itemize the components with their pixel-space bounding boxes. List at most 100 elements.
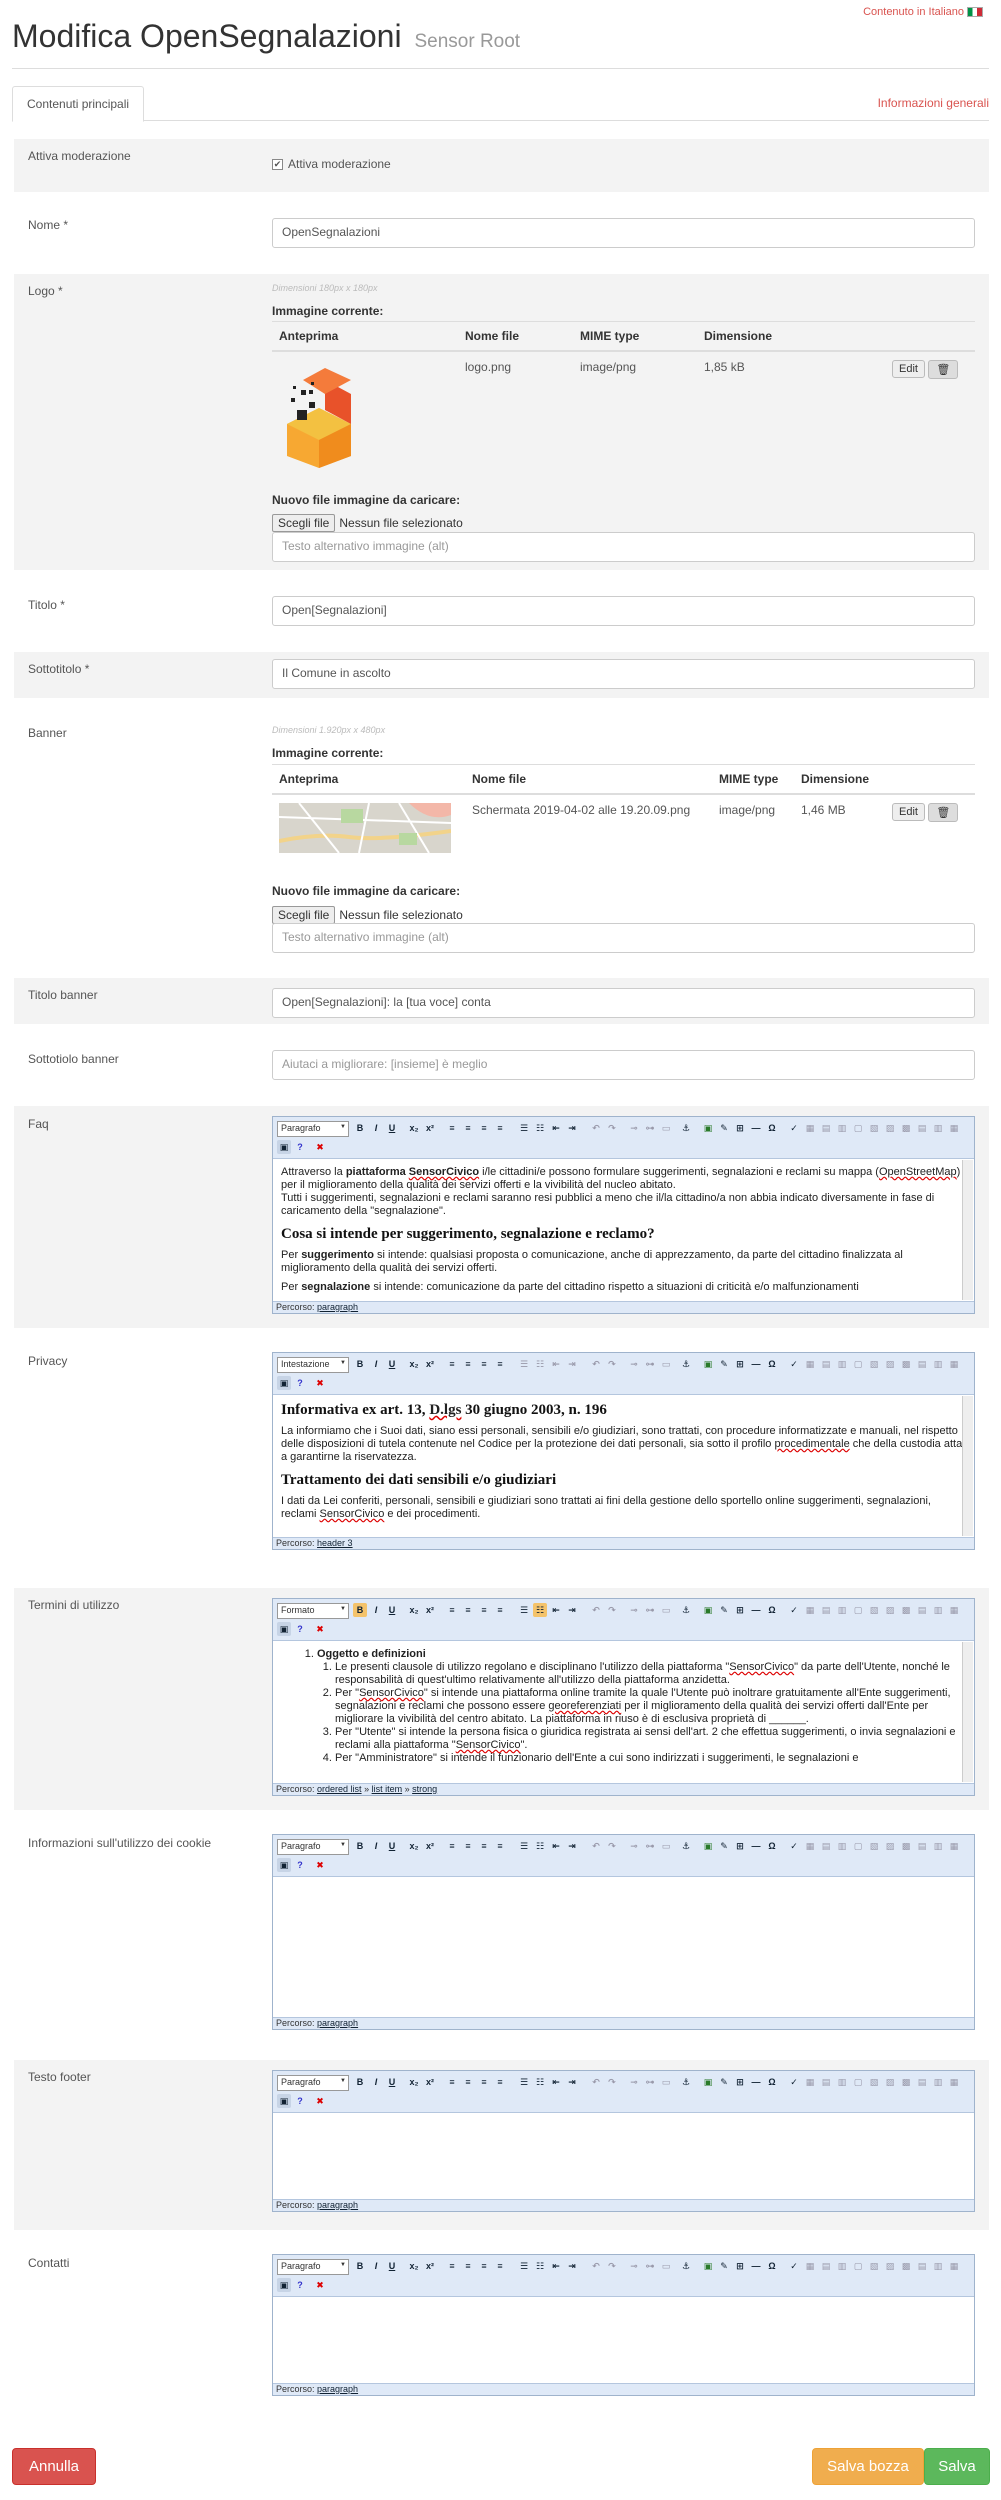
horizontal-rule-icon[interactable]: — — [749, 2075, 763, 2089]
row-icon[interactable]: ▤ — [819, 2259, 833, 2273]
split-icon[interactable]: ▨ — [883, 1603, 897, 1617]
fullscreen-icon[interactable]: ▣ — [277, 1140, 291, 1154]
fullscreen-icon[interactable]: ▣ — [277, 2278, 291, 2292]
underline-icon[interactable]: U — [385, 1121, 399, 1135]
outdent-icon[interactable]: ⇤ — [549, 1121, 563, 1135]
banner-edit-button[interactable]: Edit — [892, 803, 925, 821]
numbered-list-icon[interactable]: ☷ — [533, 1357, 547, 1371]
table-props-icon[interactable]: ▦ — [803, 1357, 817, 1371]
cancel-button[interactable]: Annulla — [12, 2448, 96, 2485]
delete-col-icon[interactable]: ▤ — [915, 1357, 929, 1371]
subscript-icon[interactable]: x₂ — [407, 1603, 421, 1617]
superscript-icon[interactable]: x² — [423, 1121, 437, 1135]
scrollbar[interactable] — [962, 1396, 973, 1536]
redo-icon[interactable]: ↷ — [605, 2075, 619, 2089]
insert-row-icon[interactable]: ▦ — [947, 1121, 961, 1135]
outdent-icon[interactable]: ⇤ — [549, 1357, 563, 1371]
logo-edit-button[interactable]: Edit — [892, 360, 925, 378]
superscript-icon[interactable]: x² — [423, 1603, 437, 1617]
terms-editor-content[interactable]: Oggetto e definizioni Le presenti clauso… — [273, 1641, 974, 1783]
path-item[interactable]: ordered list — [317, 1784, 362, 1794]
literal-icon[interactable]: ▭ — [659, 2259, 673, 2273]
literal-icon[interactable]: ▭ — [659, 2075, 673, 2089]
outdent-icon[interactable]: ⇤ — [549, 1603, 563, 1617]
save-button[interactable]: Salva — [924, 2448, 990, 2485]
align-right-icon[interactable]: ≡ — [477, 1357, 491, 1371]
justify-icon[interactable]: ≡ — [493, 1357, 507, 1371]
trash-icon[interactable]: 🗑 — [928, 360, 959, 379]
contacts-editor-content[interactable] — [273, 2297, 974, 2383]
trash-icon[interactable]: 🗑 — [928, 803, 959, 822]
anchor-icon[interactable]: ⚓ — [679, 1603, 693, 1617]
banner-title-input[interactable]: Open[Segnalazioni]: la [tua voce] conta — [272, 988, 975, 1018]
link-icon[interactable]: ⊸ — [627, 1357, 641, 1371]
table-icon[interactable]: ⊞ — [733, 2075, 747, 2089]
cell-icon[interactable]: ▢ — [851, 1121, 865, 1135]
align-right-icon[interactable]: ≡ — [477, 2259, 491, 2273]
close-icon[interactable]: ✖ — [313, 1140, 327, 1154]
redo-icon[interactable]: ↷ — [605, 1603, 619, 1617]
unlink-icon[interactable]: ⊶ — [643, 1357, 657, 1371]
merge-icon[interactable]: ▧ — [867, 1357, 881, 1371]
spellcheck-icon[interactable]: ✓ — [787, 1603, 801, 1617]
footer-text-editor-content[interactable] — [273, 2113, 974, 2199]
insert-row-icon[interactable]: ▦ — [947, 1603, 961, 1617]
justify-icon[interactable]: ≡ — [493, 1121, 507, 1135]
format-select[interactable]: Paragrafo — [277, 2075, 349, 2091]
split-icon[interactable]: ▨ — [883, 1839, 897, 1853]
banner-subtitle-input[interactable]: Aiutaci a migliorare: [insieme] è meglio — [272, 1050, 975, 1080]
align-left-icon[interactable]: ≡ — [445, 1121, 459, 1135]
horizontal-rule-icon[interactable]: — — [749, 1357, 763, 1371]
undo-icon[interactable]: ↶ — [589, 1839, 603, 1853]
merge-icon[interactable]: ▧ — [867, 1839, 881, 1853]
column-icon[interactable]: ▥ — [835, 1603, 849, 1617]
column-icon[interactable]: ▥ — [835, 2259, 849, 2273]
row-icon[interactable]: ▤ — [819, 1839, 833, 1853]
special-char-icon[interactable]: Ω — [765, 2075, 779, 2089]
numbered-list-icon[interactable]: ☷ — [533, 2259, 547, 2273]
literal-icon[interactable]: ▭ — [659, 1121, 673, 1135]
delete-row-icon[interactable]: ▩ — [899, 2259, 913, 2273]
align-center-icon[interactable]: ≡ — [461, 1603, 475, 1617]
spellcheck-icon[interactable]: ✓ — [787, 2075, 801, 2089]
title-input[interactable]: Open[Segnalazioni] — [272, 596, 975, 626]
column-icon[interactable]: ▥ — [835, 1121, 849, 1135]
align-center-icon[interactable]: ≡ — [461, 2259, 475, 2273]
column-icon[interactable]: ▥ — [835, 1839, 849, 1853]
table-icon[interactable]: ⊞ — [733, 1839, 747, 1853]
insert-col-icon[interactable]: ▥ — [931, 1839, 945, 1853]
unlink-icon[interactable]: ⊶ — [643, 1839, 657, 1853]
bold-icon[interactable]: B — [353, 2075, 367, 2089]
table-props-icon[interactable]: ▦ — [803, 1603, 817, 1617]
merge-icon[interactable]: ▧ — [867, 1121, 881, 1135]
anchor-icon[interactable]: ⚓ — [679, 1121, 693, 1135]
underline-icon[interactable]: U — [385, 2075, 399, 2089]
delete-row-icon[interactable]: ▩ — [899, 2075, 913, 2089]
unlink-icon[interactable]: ⊶ — [643, 2259, 657, 2273]
link-icon[interactable]: ⊸ — [627, 2259, 641, 2273]
path-item[interactable]: list item — [372, 1784, 403, 1794]
indent-icon[interactable]: ⇥ — [565, 1121, 579, 1135]
custom-tag-icon[interactable]: ✎ — [717, 1839, 731, 1853]
align-center-icon[interactable]: ≡ — [461, 1839, 475, 1853]
bold-icon[interactable]: B — [353, 1603, 367, 1617]
subscript-icon[interactable]: x₂ — [407, 1121, 421, 1135]
privacy-editor-content[interactable]: Informativa ex art. 13, D.lgs 30 giugno … — [273, 1395, 974, 1537]
insert-col-icon[interactable]: ▥ — [931, 1357, 945, 1371]
split-icon[interactable]: ▨ — [883, 2075, 897, 2089]
redo-icon[interactable]: ↷ — [605, 2259, 619, 2273]
justify-icon[interactable]: ≡ — [493, 2075, 507, 2089]
align-left-icon[interactable]: ≡ — [445, 1603, 459, 1617]
unlink-icon[interactable]: ⊶ — [643, 1603, 657, 1617]
undo-icon[interactable]: ↶ — [589, 2075, 603, 2089]
redo-icon[interactable]: ↷ — [605, 1357, 619, 1371]
insert-row-icon[interactable]: ▦ — [947, 1839, 961, 1853]
table-icon[interactable]: ⊞ — [733, 1357, 747, 1371]
custom-tag-icon[interactable]: ✎ — [717, 1357, 731, 1371]
logo-choose-file-button[interactable]: Scegli file — [272, 514, 336, 532]
align-center-icon[interactable]: ≡ — [461, 1357, 475, 1371]
path-item[interactable]: paragraph — [317, 2200, 358, 2210]
superscript-icon[interactable]: x² — [423, 1839, 437, 1853]
name-input[interactable]: OpenSegnalazioni — [272, 218, 975, 248]
merge-icon[interactable]: ▧ — [867, 1603, 881, 1617]
